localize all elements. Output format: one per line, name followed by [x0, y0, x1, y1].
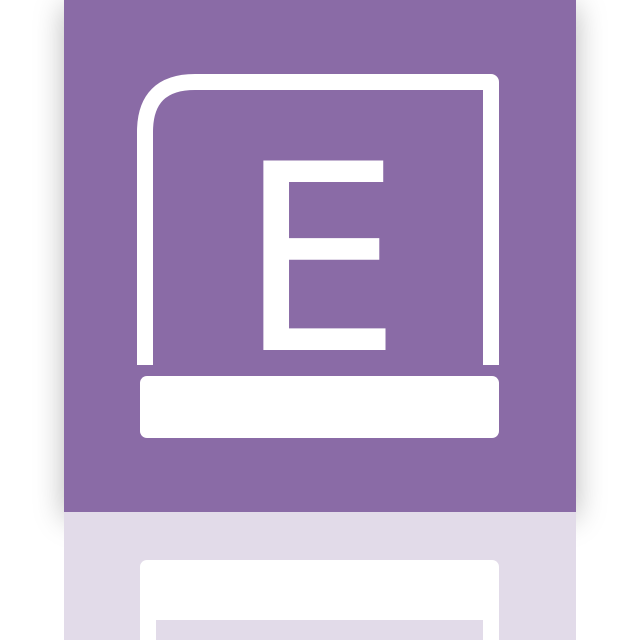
drive-letter: E — [238, 110, 402, 412]
reflection-frame-inner — [156, 620, 483, 640]
tile-reflection — [64, 512, 576, 640]
drive-e-icon: E — [137, 74, 499, 438]
drive-reflection-graphic — [140, 560, 499, 640]
app-tile-canvas: E — [0, 0, 640, 640]
app-tile[interactable]: E — [64, 0, 576, 512]
